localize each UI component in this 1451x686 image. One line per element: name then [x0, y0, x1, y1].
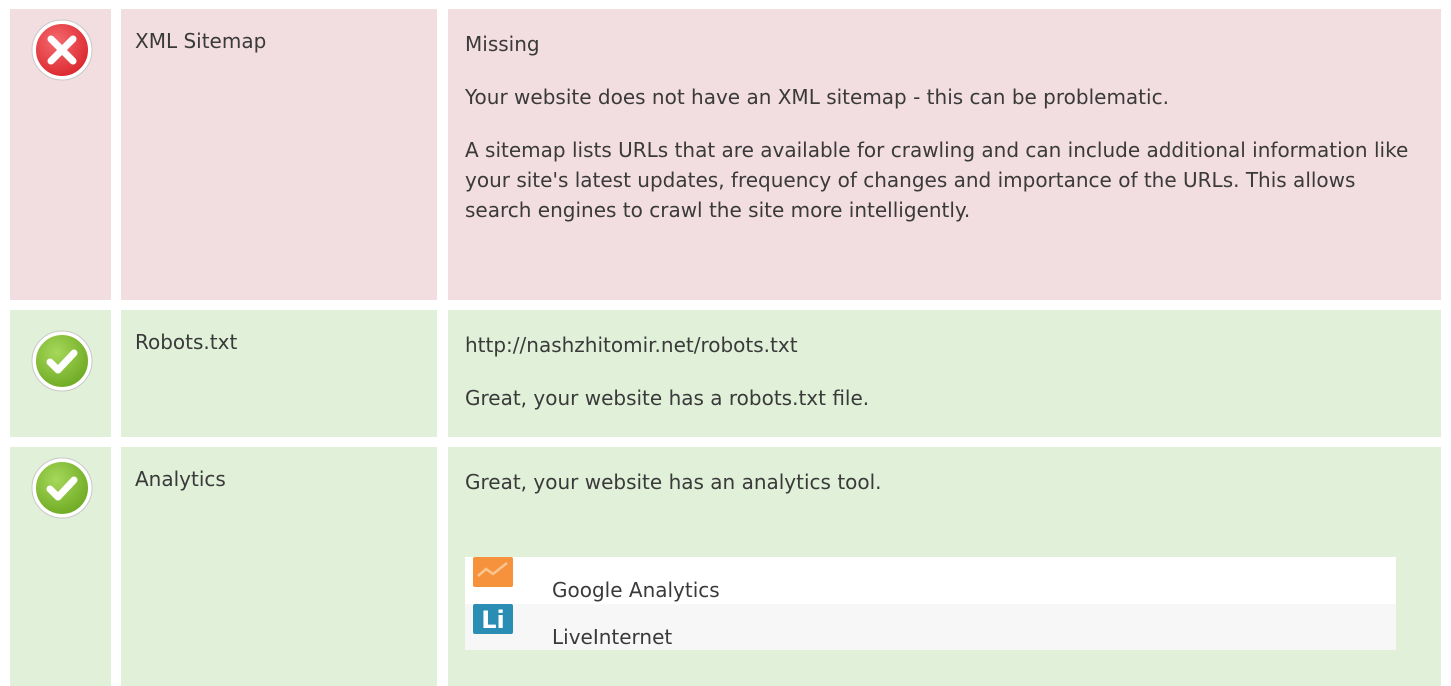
liveinternet-logo-text: Li: [481, 606, 505, 634]
check-icon: [31, 330, 93, 392]
row-xml-sitemap: XML Sitemap Missing Your website does no…: [0, 9, 1451, 300]
tool-name: Google Analytics: [552, 578, 720, 602]
liveinternet-icon: Li: [473, 604, 513, 634]
row-message: Great, your website has an analytics too…: [465, 470, 882, 494]
row-detail: http://nashzhitomir.net/robots.txt Great…: [448, 310, 1441, 437]
row-label: Robots.txt: [121, 310, 437, 437]
status-cell: [10, 310, 111, 437]
row-value-link[interactable]: http://nashzhitomir.net/robots.txt: [465, 330, 1441, 360]
row-label: XML Sitemap: [121, 9, 437, 300]
google-analytics-icon: [473, 557, 513, 587]
tool-name: LiveInternet: [552, 625, 673, 649]
list-item: Google Analytics: [465, 557, 1396, 604]
check-icon: [31, 457, 93, 519]
list-item: Li LiveInternet: [465, 604, 1396, 650]
row-label: Analytics: [121, 447, 437, 686]
seo-report: XML Sitemap Missing Your website does no…: [0, 0, 1451, 686]
status-cell: [10, 9, 111, 300]
row-description: A sitemap lists URLs that are available …: [465, 138, 1409, 222]
error-icon: [31, 19, 93, 81]
row-message: Great, your website has a robots.txt fil…: [465, 386, 870, 410]
row-detail: Missing Your website does not have an XM…: [448, 9, 1441, 300]
analytics-tools-list: Google Analytics Li LiveInternet: [465, 557, 1396, 650]
row-value: Missing: [465, 32, 540, 56]
row-analytics: Analytics Great, your website has an ana…: [0, 447, 1451, 686]
status-cell: [10, 447, 111, 686]
row-message: Your website does not have an XML sitema…: [465, 85, 1169, 109]
row-robots-txt: Robots.txt http://nashzhitomir.net/robot…: [0, 310, 1451, 437]
row-detail: Great, your website has an analytics too…: [448, 447, 1441, 686]
